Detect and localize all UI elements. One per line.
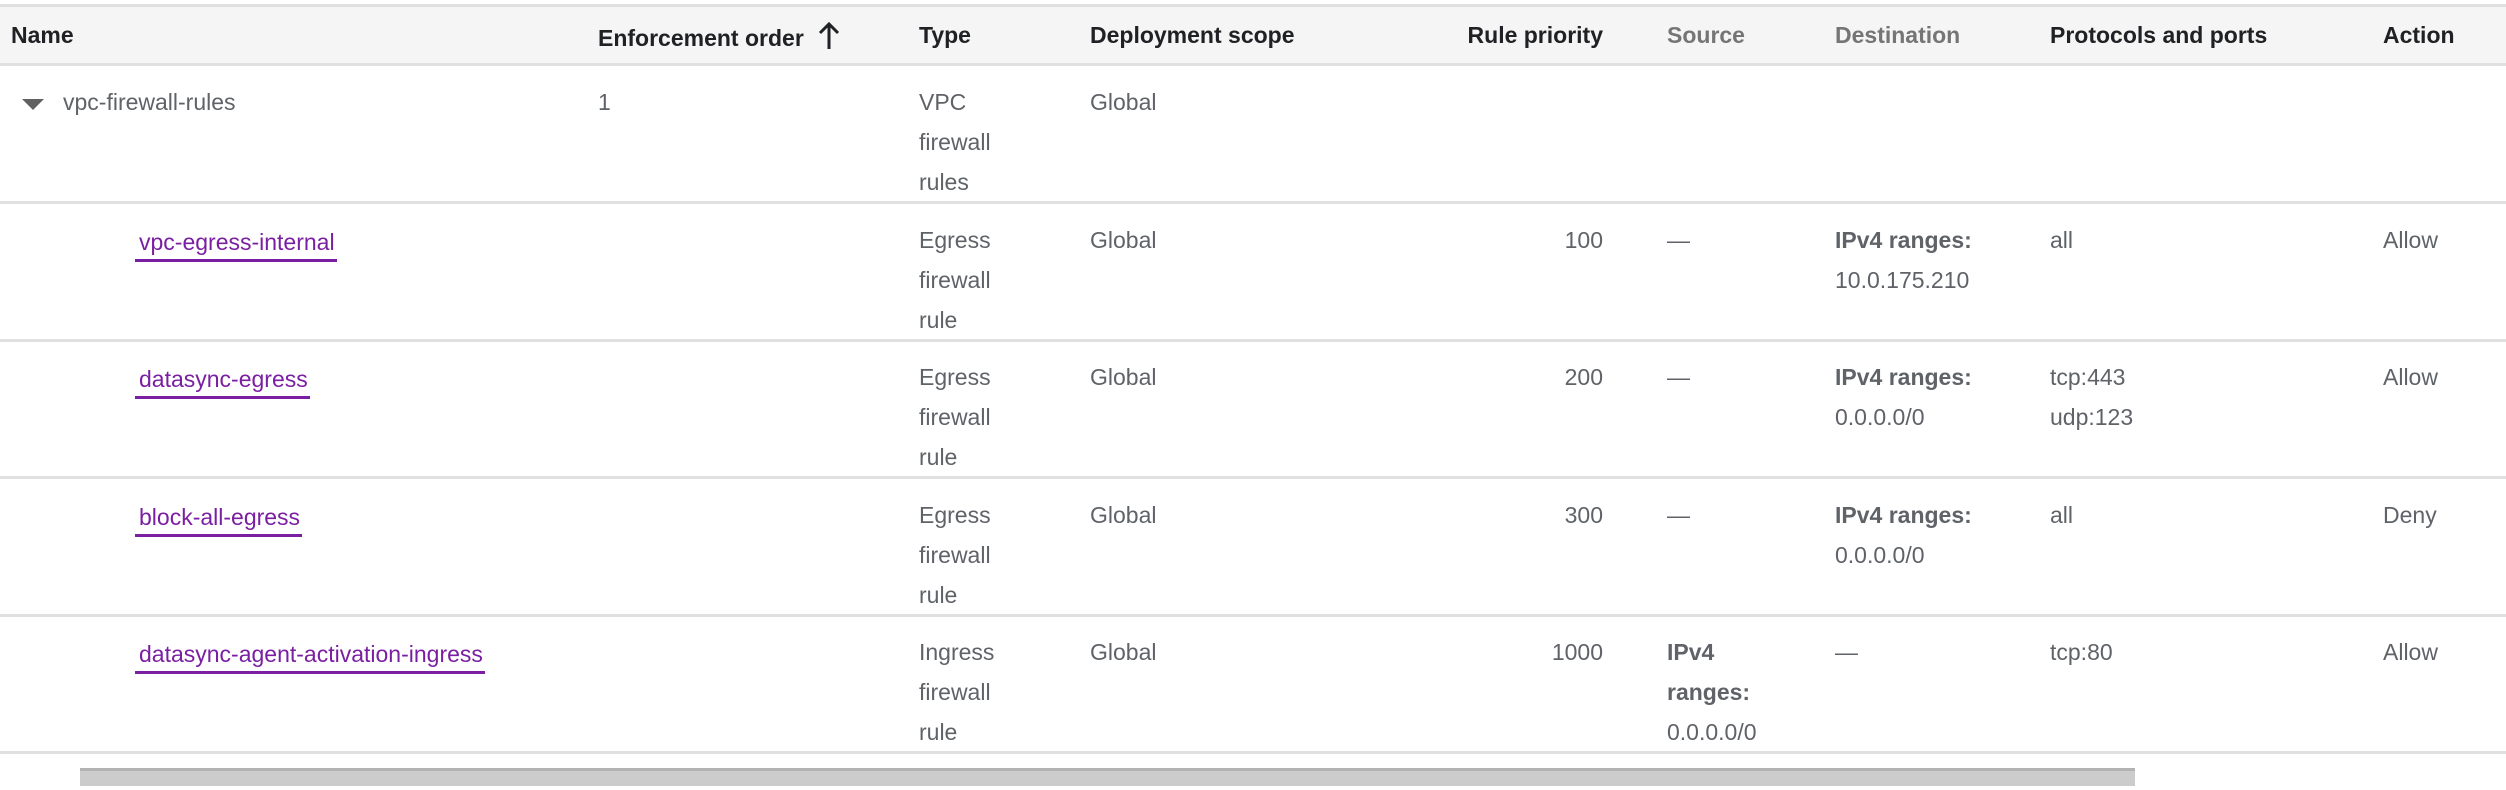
column-header-source: Source <box>1667 22 1745 48</box>
table-row: datasync-egress Egress firewall rule Globa… <box>0 341 2506 479</box>
rule-destination: — <box>1835 632 1858 672</box>
rule-action: Allow <box>2383 227 2438 253</box>
column-header-deployment-scope[interactable]: Deployment scope <box>1090 22 1295 49</box>
collapse-caret-icon[interactable] <box>22 99 44 110</box>
rule-name-link[interactable]: vpc-egress-internal <box>135 225 337 262</box>
table-row: datasync-agent-activation-ingress Ingres… <box>0 616 2506 754</box>
destination-value: — <box>1835 639 1858 665</box>
rule-name-link[interactable]: datasync-egress <box>135 362 310 399</box>
group-row: vpc-firewall-rules 1 VPC firewall rules … <box>0 66 2506 204</box>
destination-label: IPv4 ranges: <box>1835 227 1972 253</box>
protocols-line: all <box>2050 502 2074 528</box>
rule-destination: IPv4 ranges: 0.0.0.0/0 <box>1835 495 1972 575</box>
type-line: Egress <box>919 364 991 390</box>
rule-deployment-scope: Global <box>1090 364 1157 390</box>
rule-protocols-ports: tcp:80 <box>2050 632 2113 672</box>
protocols-line: tcp:443 <box>2050 364 2126 390</box>
type-line: rule <box>919 307 958 333</box>
rule-action: Deny <box>2383 502 2437 528</box>
column-header-enforcement-order[interactable]: Enforcement order <box>598 21 840 56</box>
column-header-label: Enforcement order <box>598 25 804 51</box>
protocols-line: udp:123 <box>2050 404 2134 430</box>
type-line: rule <box>919 719 958 745</box>
group-enforcement-order: 1 <box>598 89 611 115</box>
destination-label: IPv4 ranges: <box>1835 502 1972 528</box>
rule-deployment-scope: Global <box>1090 639 1157 665</box>
table-row: block-all-egress Egress firewall rule Glob… <box>0 479 2506 617</box>
source-line: — <box>1667 227 1690 253</box>
rule-protocols-ports: all <box>2050 495 2073 535</box>
table-row: vpc-egress-internal Egress firewall rule G… <box>0 204 2506 342</box>
type-line: firewall <box>919 679 991 705</box>
column-header-protocols-ports[interactable]: Protocols and ports <box>2050 22 2267 49</box>
type-line: VPC <box>919 89 967 115</box>
rule-action: Allow <box>2383 364 2438 390</box>
column-header-name[interactable]: Name <box>11 22 74 49</box>
column-header-rule-priority[interactable]: Rule priority <box>1468 22 1603 49</box>
column-header-type[interactable]: Type <box>919 22 971 49</box>
source-line: — <box>1667 502 1690 528</box>
rule-deployment-scope: Global <box>1090 502 1157 528</box>
column-header-destination: Destination <box>1835 22 1961 48</box>
group-deployment-scope: Global <box>1090 89 1157 115</box>
rule-destination: IPv4 ranges: 0.0.0.0/0 <box>1835 357 1972 437</box>
source-line: — <box>1667 364 1690 390</box>
rule-name-link[interactable]: datasync-agent-activation-ingress <box>135 637 485 674</box>
rule-source: IPv4 ranges: 0.0.0.0/0 <box>1667 632 1757 752</box>
rule-source: — <box>1667 495 1690 535</box>
type-line: firewall <box>919 129 991 155</box>
rule-priority: 1000 <box>1551 639 1603 665</box>
source-label-line: ranges: <box>1667 679 1751 705</box>
type-line: rules <box>919 169 969 195</box>
type-line: Egress <box>919 227 991 253</box>
rule-type: Egress firewall rule <box>919 357 991 477</box>
rule-protocols-ports: tcp:443 udp:123 <box>2050 357 2133 437</box>
destination-value: 0.0.0.0/0 <box>1835 542 1925 568</box>
type-line: rule <box>919 444 958 470</box>
rule-protocols-ports: all <box>2050 220 2073 260</box>
rule-destination: IPv4 ranges: 10.0.175.210 <box>1835 220 1972 300</box>
sort-ascending-icon[interactable] <box>818 21 840 56</box>
destination-value: 0.0.0.0/0 <box>1835 404 1925 430</box>
destination-value: 10.0.175.210 <box>1835 267 1970 293</box>
rule-priority: 300 <box>1564 502 1603 528</box>
protocols-line: all <box>2050 227 2074 253</box>
rule-action: Allow <box>2383 639 2438 665</box>
table-header: Name Enforcement order Type Deployment s… <box>0 7 2506 66</box>
rule-source: — <box>1667 357 1690 397</box>
rule-priority: 200 <box>1564 364 1603 390</box>
type-line: firewall <box>919 404 991 430</box>
rule-type: Egress firewall rule <box>919 495 991 615</box>
protocols-line: tcp:80 <box>2050 639 2113 665</box>
rule-source: — <box>1667 220 1690 260</box>
horizontal-scrollbar[interactable] <box>80 768 2135 786</box>
source-line: 0.0.0.0/0 <box>1667 719 1757 745</box>
rule-type: Ingress firewall rule <box>919 632 994 752</box>
type-line: firewall <box>919 267 991 293</box>
type-line: rule <box>919 582 958 608</box>
type-line: Ingress <box>919 639 995 665</box>
source-label-line: IPv4 <box>1667 639 1715 665</box>
rule-name-link[interactable]: block-all-egress <box>135 500 303 537</box>
type-line: firewall <box>919 542 991 568</box>
column-header-action[interactable]: Action <box>2383 22 2455 49</box>
rule-priority: 100 <box>1564 227 1603 253</box>
rule-deployment-scope: Global <box>1090 227 1157 253</box>
rule-type: Egress firewall rule <box>919 220 991 340</box>
group-type: VPC firewall rules <box>919 82 991 202</box>
type-line: Egress <box>919 502 991 528</box>
destination-label: IPv4 ranges: <box>1835 364 1972 390</box>
group-name: vpc-firewall-rules <box>63 89 236 115</box>
